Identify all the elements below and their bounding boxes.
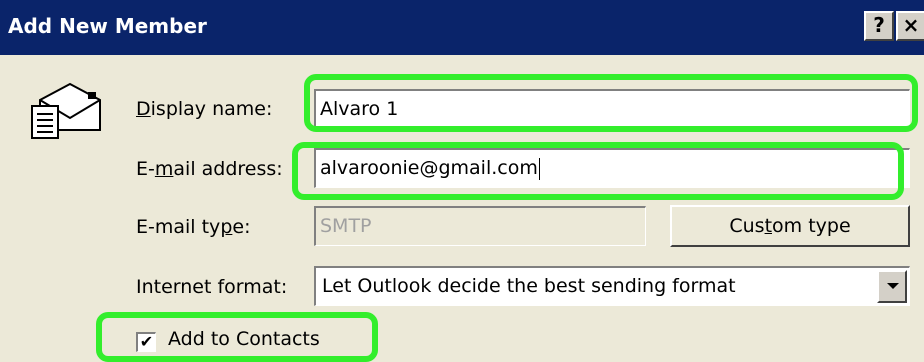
button-text: Cus [729,215,765,237]
internet-format-value: Let Outlook decide the best sending form… [322,275,736,297]
button-accelerator: t [764,215,773,237]
window-title: Add New Member [8,14,207,38]
display-name-field[interactable]: Alvaro 1 [314,89,910,129]
label-text: isplay name: [150,98,273,120]
label-text: E- [136,158,155,180]
contact-card-icon [30,78,102,147]
label-text: ail address: [173,158,283,180]
email-address-label: E-mail address: [136,158,283,180]
email-type-field: SMTP [314,206,646,246]
add-to-contacts-checkbox[interactable]: ✔ [136,332,156,352]
help-button[interactable]: ? [864,11,894,41]
text-caret [538,157,540,180]
label-text: e: [232,216,251,238]
title-bar: Add New Member ? × [0,0,924,55]
internet-format-dropdown[interactable]: Let Outlook decide the best sending form… [314,266,910,306]
email-address-value: alvaroonie@gmail.com [320,157,538,179]
label-accelerator: m [154,158,174,180]
email-address-field[interactable]: alvaroonie@gmail.com [314,148,910,188]
label-accelerator: p [220,216,233,238]
button-text: om type [772,215,851,237]
close-button[interactable]: × [896,11,924,41]
label-accelerator: D [136,98,151,120]
chevron-down-icon[interactable] [877,270,907,303]
label-text: E-mail ty [136,216,221,238]
internet-format-label: Internet format: [136,276,288,298]
custom-type-button[interactable]: Custom type [670,205,910,247]
email-type-label: E-mail type: [136,216,250,238]
display-name-label: Display name: [136,98,272,120]
